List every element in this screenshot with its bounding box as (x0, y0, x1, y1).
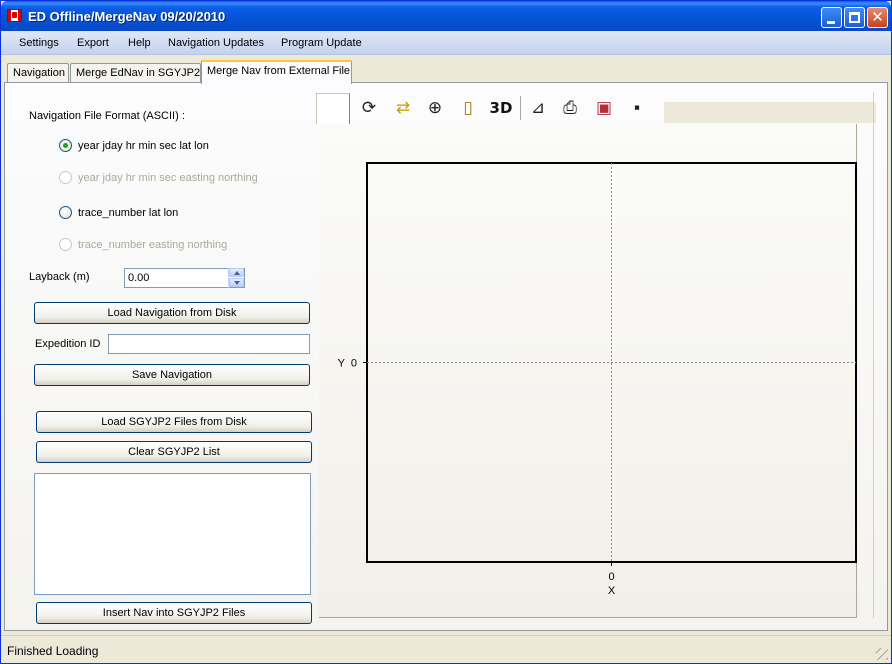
load-sgyjp2-button[interactable]: Load SGYJP2 Files from Disk (36, 411, 312, 433)
format-radio-4 (59, 238, 72, 251)
y-axis-label: Y (338, 358, 346, 370)
page-icon[interactable]: ▯ (456, 97, 480, 119)
format-label: Navigation File Format (ASCII) : (29, 110, 185, 122)
arrow-down-icon (234, 281, 240, 285)
x-axis-label: X (608, 585, 616, 597)
pan-arrows-icon[interactable]: ⇄ (391, 97, 415, 119)
y-tick-label: 0 (351, 358, 357, 370)
arrow-up-icon (234, 271, 240, 275)
close-icon: ✕ (871, 9, 884, 26)
navigation-plot[interactable]: 0 X 0 Y (319, 124, 857, 618)
maximize-icon (849, 12, 860, 23)
format-option-1-label[interactable]: year jday hr min sec lat lon (78, 140, 209, 152)
plot-toolbar: ⟳ ⇄ ⊕ ▯ 3D ⊿ ⎙ ▣ ▪ (314, 92, 876, 124)
main-window: ED Offline/MergeNav 09/20/2010 ✕ Setting… (0, 0, 892, 664)
sgyjp2-file-list[interactable] (34, 473, 311, 595)
menu-help[interactable]: Help (128, 37, 151, 49)
minimize-button[interactable] (821, 7, 842, 28)
maximize-button[interactable] (844, 7, 865, 28)
layback-value: 0.00 (128, 272, 150, 284)
menu-settings[interactable]: Settings (19, 37, 59, 49)
stepper-down-button[interactable] (229, 278, 244, 287)
printer-icon[interactable]: ⎙ (558, 97, 582, 119)
3d-view-button[interactable]: 3D (489, 97, 513, 119)
export-image-icon[interactable]: ▣ (592, 97, 616, 119)
radio-selected-dot (63, 143, 68, 148)
save-navigation-button[interactable]: Save Navigation (34, 364, 310, 386)
tab-navigation[interactable]: Navigation (7, 63, 69, 83)
plot-area[interactable]: 0 X 0 Y (319, 124, 857, 618)
tool-selection-box[interactable] (316, 93, 350, 124)
minimize-icon (827, 21, 835, 24)
insert-nav-button[interactable]: Insert Nav into SGYJP2 Files (36, 602, 312, 624)
expedition-label: Expedition ID (35, 338, 101, 350)
axes-edit-icon[interactable]: ⊿ (526, 97, 550, 119)
layback-label: Layback (m) (29, 271, 90, 283)
menu-program-update[interactable]: Program Update (281, 37, 362, 49)
menu-bar: Settings Export Help Navigation Updates … (1, 31, 891, 55)
menu-export[interactable]: Export (77, 37, 109, 49)
title-bar[interactable]: ED Offline/MergeNav 09/20/2010 ✕ (1, 1, 891, 31)
window-title: ED Offline/MergeNav 09/20/2010 (28, 9, 226, 24)
x-tick-label: 0 (608, 571, 614, 583)
load-navigation-button[interactable]: Load Navigation from Disk (34, 302, 310, 324)
tab-merge-nav-external[interactable]: Merge Nav from External File (201, 60, 352, 84)
layback-input[interactable]: 0.00 (124, 268, 245, 288)
status-text: Finished Loading (7, 644, 99, 658)
close-button[interactable]: ✕ (867, 7, 888, 28)
format-option-4-label: trace_number easting northing (78, 239, 228, 251)
clear-sgyjp2-button[interactable]: Clear SGYJP2 List (36, 441, 312, 463)
format-radio-2 (59, 171, 72, 184)
rotate-icon[interactable]: ⟳ (357, 97, 381, 119)
menu-navigation-updates[interactable]: Navigation Updates (168, 37, 264, 49)
format-radio-3[interactable] (59, 206, 72, 219)
expedition-input[interactable] (108, 334, 310, 354)
status-bar: Finished Loading (1, 635, 891, 663)
layback-stepper[interactable] (228, 268, 244, 288)
zoom-in-icon[interactable]: ⊕ (423, 97, 447, 119)
tab-merge-ednav[interactable]: Merge EdNav in SGYJP2 (70, 63, 201, 83)
canada-flag-icon (7, 9, 22, 22)
format-option-3-label[interactable]: trace_number lat lon (78, 207, 178, 219)
floppy-disk-icon[interactable]: ▪ (625, 97, 649, 119)
stepper-up-button[interactable] (229, 268, 244, 277)
resize-grip-icon[interactable] (876, 648, 888, 660)
format-option-2-label: year jday hr min sec easting northing (78, 172, 258, 184)
format-radio-1[interactable] (59, 139, 72, 152)
